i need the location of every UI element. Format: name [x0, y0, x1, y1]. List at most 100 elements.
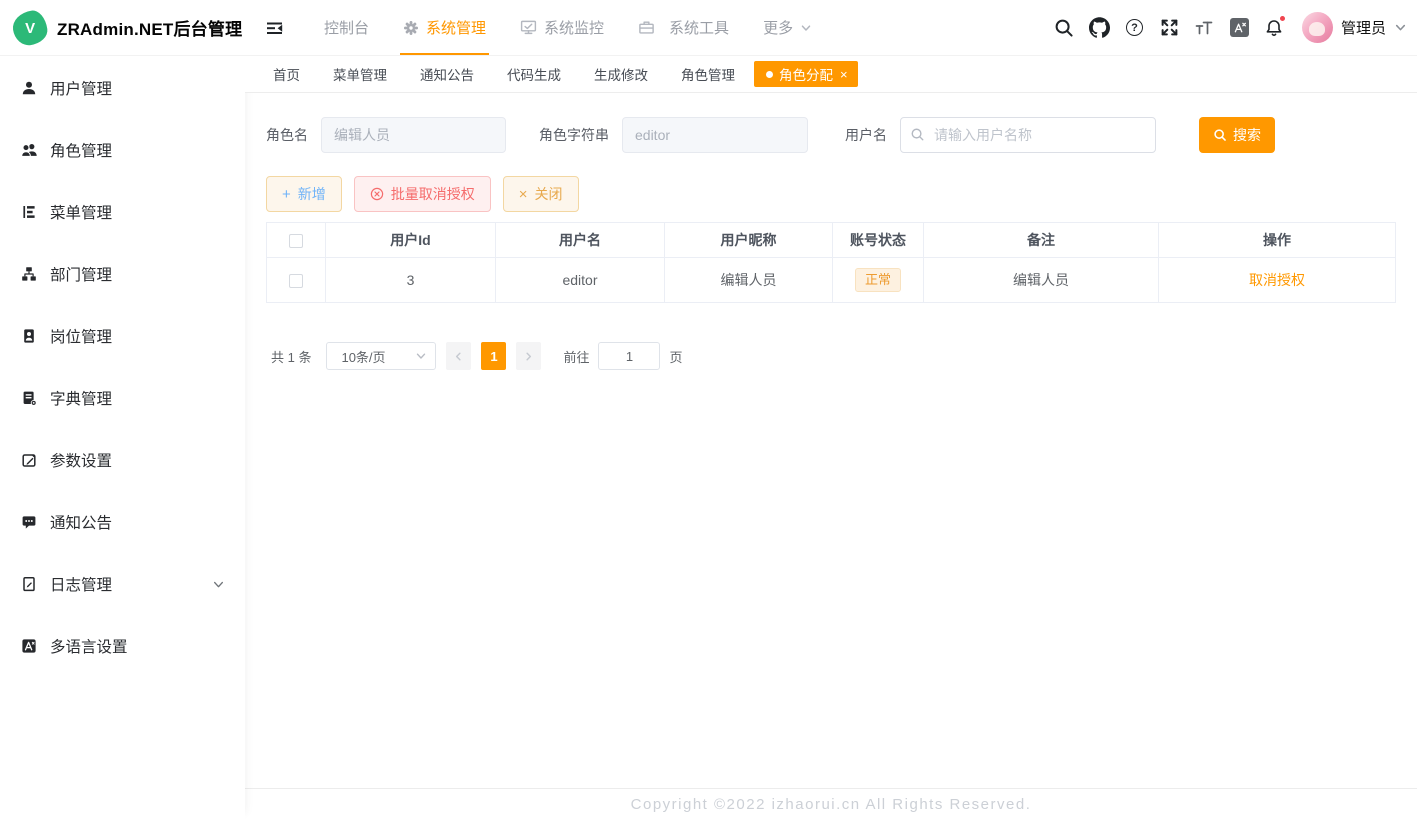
tab-gen-edit[interactable]: 生成修改 [580, 61, 662, 87]
user-name: 管理员 [1341, 17, 1386, 38]
sidebar: 用户管理 角色管理 菜单管理 部门管理 岗位管理 字典管理 参数设置 [0, 56, 245, 820]
header-checkbox-cell [267, 223, 326, 258]
nav-item-system-manage[interactable]: 系统管理 [386, 0, 503, 55]
dictionary-icon [20, 390, 37, 406]
tab-role-assign-active[interactable]: 角色分配 [754, 61, 858, 87]
nav-item-system-monitor[interactable]: 系统监控 [503, 0, 621, 55]
row-checkbox[interactable] [289, 274, 303, 288]
filter-form: 角色名 角色字符串 用户名 搜索 [266, 117, 1396, 153]
sidebar-item-posts[interactable]: 岗位管理 [0, 305, 245, 367]
search-button[interactable]: 搜索 [1199, 117, 1275, 153]
github-icon[interactable] [1082, 8, 1117, 48]
plus-icon [282, 186, 291, 203]
table-row: 3 editor 编辑人员 正常 编辑人员 取消授权 [267, 258, 1396, 303]
header-actions: 操作 [1159, 223, 1396, 258]
avatar [1302, 12, 1333, 43]
header-actions: 管理员 [1047, 8, 1417, 48]
page-size-select[interactable]: 10条/页 [326, 342, 436, 370]
user-name-input[interactable] [900, 117, 1156, 153]
batch-revoke-button[interactable]: 批量取消授权 [354, 176, 491, 212]
goto-page-input[interactable] [598, 342, 660, 370]
page-tabs: 首页 菜单管理 通知公告 代码生成 生成修改 角色管理 角色分配 [245, 56, 1417, 93]
briefcase-icon [638, 19, 655, 36]
translate-icon [20, 638, 37, 654]
font-size-icon[interactable] [1187, 8, 1222, 48]
tab-role-manage[interactable]: 角色管理 [667, 61, 749, 87]
department-icon [20, 266, 37, 282]
sidebar-item-dictionary[interactable]: 字典管理 [0, 367, 245, 429]
sidebar-item-i18n[interactable]: 多语言设置 [0, 615, 245, 677]
translate-icon[interactable] [1222, 8, 1257, 48]
user-name-label: 用户名 [845, 125, 887, 145]
header-remark: 备注 [924, 223, 1159, 258]
sidebar-item-parameters[interactable]: 参数设置 [0, 429, 245, 491]
sidebar-item-users[interactable]: 用户管理 [0, 57, 245, 119]
tab-home[interactable]: 首页 [259, 61, 314, 87]
copyright-text: Copyright ©2022 izhaorui.cn All Rights R… [631, 796, 1032, 813]
logo-icon: V [11, 8, 49, 46]
role-key-input[interactable] [622, 117, 808, 153]
fullscreen-icon[interactable] [1152, 8, 1187, 48]
main-content: 角色名 角色字符串 用户名 搜索 新增 批量取消授权 [245, 93, 1417, 788]
search-icon[interactable] [1047, 8, 1082, 48]
search-prefix-icon [910, 127, 925, 142]
header-user-name: 用户名 [496, 223, 665, 258]
circle-x-icon [370, 187, 384, 201]
toolbar: 新增 批量取消授权 关闭 [266, 176, 1396, 212]
tab-code-gen[interactable]: 代码生成 [493, 61, 575, 87]
page-number-1[interactable]: 1 [481, 342, 506, 370]
top-nav: 控制台 系统管理 系统监控 系统工具 更多 [245, 0, 1047, 55]
user-icon [20, 80, 37, 96]
chevron-down-icon [415, 350, 427, 362]
chevron-down-icon [1394, 21, 1407, 34]
role-name-input[interactable] [321, 117, 506, 153]
user-menu[interactable]: 管理员 [1302, 12, 1407, 43]
add-button[interactable]: 新增 [266, 176, 342, 212]
active-tab-dot-icon [766, 71, 773, 78]
next-page-button[interactable] [516, 342, 541, 370]
sidebar-item-roles[interactable]: 角色管理 [0, 119, 245, 181]
log-icon [20, 576, 37, 592]
role-name-label: 角色名 [266, 125, 308, 145]
revoke-auth-link[interactable]: 取消授权 [1249, 272, 1305, 288]
x-icon [519, 186, 528, 203]
gear-icon [403, 20, 419, 36]
roles-icon [20, 142, 37, 158]
footer: Copyright ©2022 izhaorui.cn All Rights R… [245, 788, 1417, 820]
sidebar-fold-icon[interactable] [261, 19, 291, 37]
post-badge-icon [20, 328, 37, 344]
app-title: ZRAdmin.NET后台管理 [57, 15, 242, 40]
search-icon [1213, 128, 1227, 142]
prev-page-button[interactable] [446, 342, 471, 370]
status-badge: 正常 [855, 268, 901, 292]
help-icon[interactable] [1117, 8, 1152, 48]
header-user-id: 用户Id [326, 223, 496, 258]
nav-item-console[interactable]: 控制台 [307, 0, 386, 55]
sidebar-item-departments[interactable]: 部门管理 [0, 243, 245, 305]
sidebar-item-logs[interactable]: 日志管理 [0, 553, 245, 615]
tab-notice[interactable]: 通知公告 [406, 61, 488, 87]
close-button[interactable]: 关闭 [503, 176, 579, 212]
header-nickname: 用户昵称 [665, 223, 833, 258]
cell-nickname: 编辑人员 [665, 258, 833, 303]
chevron-down-icon [800, 22, 812, 34]
cell-user-name: editor [496, 258, 665, 303]
total-count: 共 1 条 [271, 347, 311, 366]
select-all-checkbox[interactable] [289, 234, 303, 248]
cell-remark: 编辑人员 [924, 258, 1159, 303]
sidebar-item-menus[interactable]: 菜单管理 [0, 181, 245, 243]
tab-menu-manage[interactable]: 菜单管理 [319, 61, 401, 87]
app-header: V ZRAdmin.NET后台管理 控制台 系统管理 系统监控 系统工具 [0, 0, 1417, 56]
monitor-icon [520, 19, 537, 36]
notice-icon [20, 514, 37, 530]
role-key-label: 角色字符串 [539, 125, 609, 145]
bell-icon[interactable] [1257, 8, 1292, 48]
menu-tree-icon [20, 204, 37, 220]
header-status: 账号状态 [833, 223, 924, 258]
nav-item-more[interactable]: 更多 [746, 0, 829, 55]
sidebar-item-notices[interactable]: 通知公告 [0, 491, 245, 553]
nav-item-system-tools[interactable]: 系统工具 [621, 0, 746, 55]
tab-close-icon[interactable] [840, 68, 848, 81]
goto-label: 前往 [563, 347, 589, 366]
page-unit-label: 页 [669, 347, 682, 366]
